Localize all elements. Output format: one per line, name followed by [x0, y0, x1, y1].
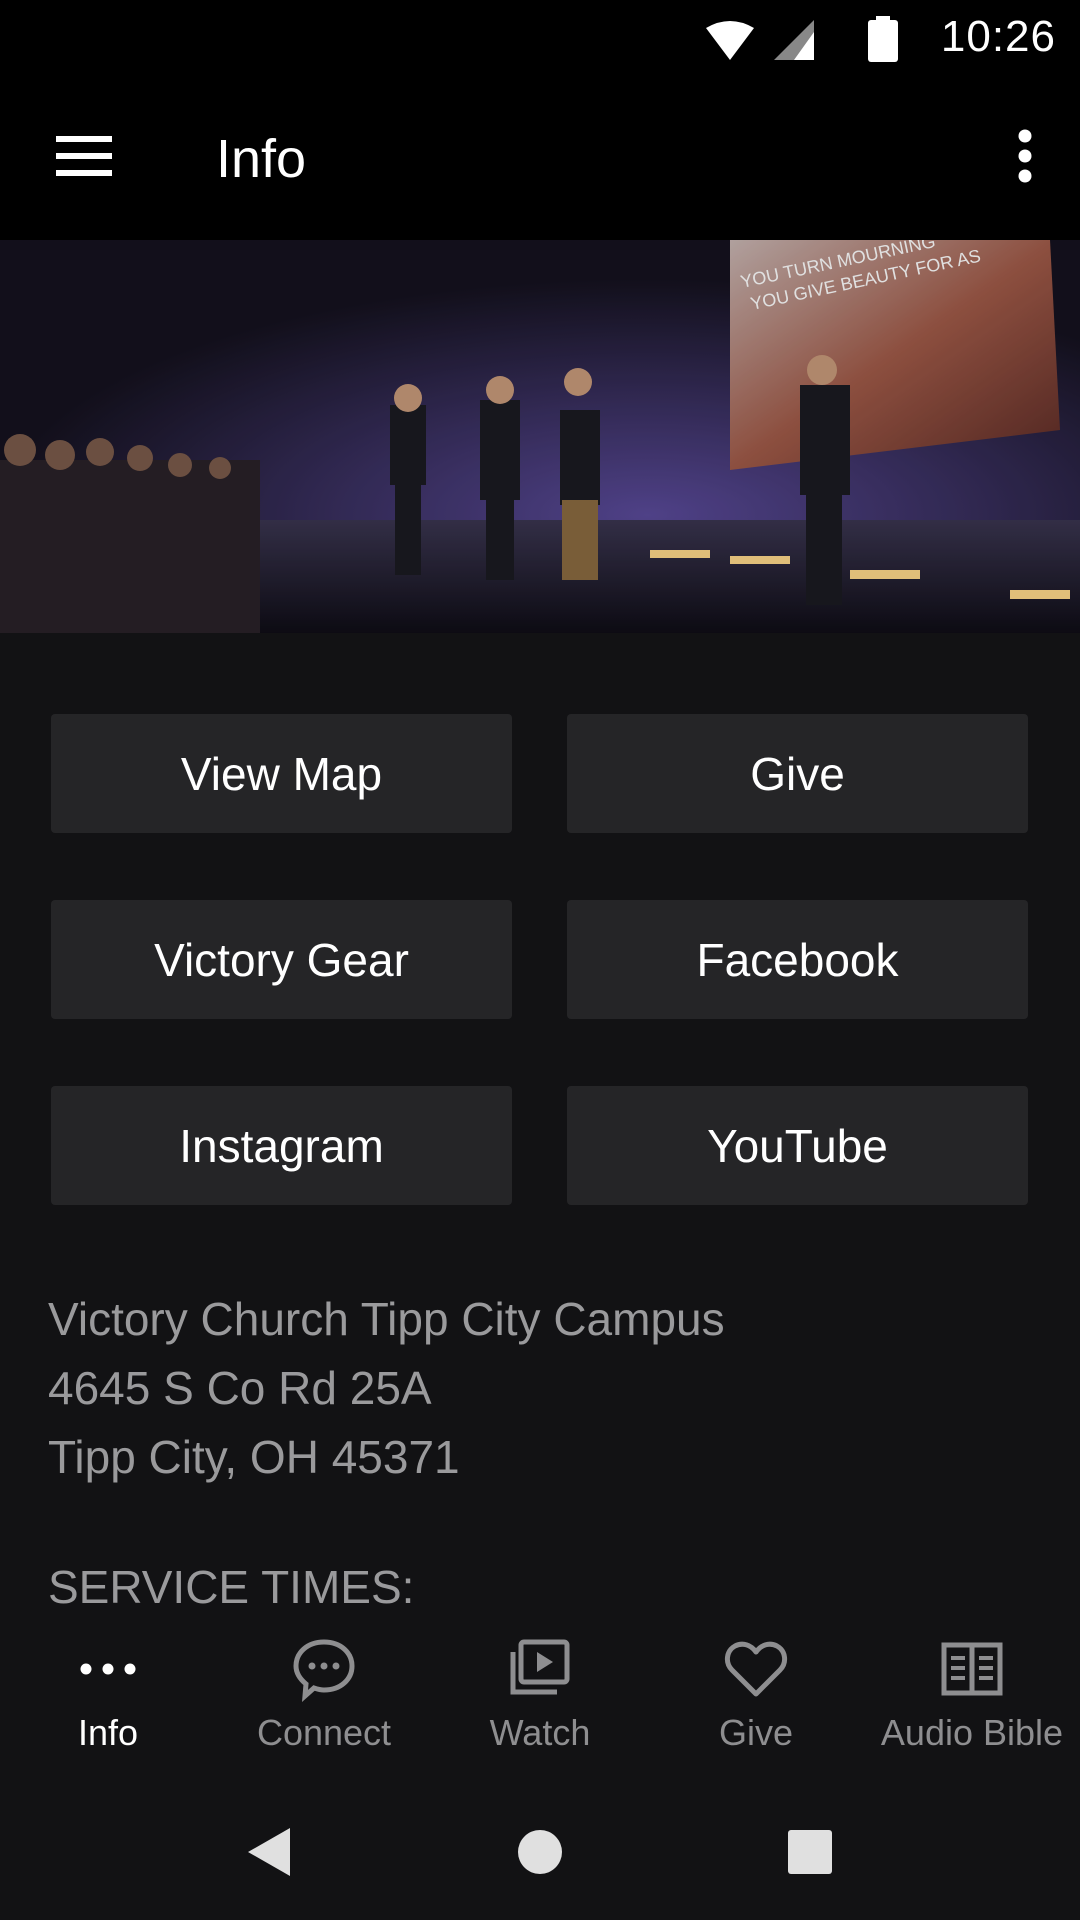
battery-icon: [868, 20, 898, 62]
facebook-button[interactable]: Facebook: [567, 900, 1028, 1019]
campus-address: Victory Church Tipp City Campus 4645 S C…: [48, 1285, 1038, 1492]
address-line-2: 4645 S Co Rd 25A: [48, 1362, 432, 1414]
nav-label-info: Info: [77, 1712, 139, 1753]
nav-item-watch[interactable]: Watch: [432, 1614, 648, 1784]
nav-label-audio-bible: Audio Bible: [880, 1712, 1064, 1753]
hamburger-menu-icon: [56, 136, 112, 176]
home-icon[interactable]: [510, 1822, 570, 1882]
recents-icon[interactable]: [780, 1822, 840, 1882]
more-dots-icon: [80, 1663, 136, 1675]
nav-item-info[interactable]: Info: [0, 1614, 216, 1784]
back-icon[interactable]: [240, 1822, 300, 1882]
menu-button[interactable]: [40, 116, 130, 196]
address-line-1: Victory Church Tipp City Campus: [48, 1293, 725, 1345]
more-vert-icon: [1018, 129, 1032, 183]
nav-label-watch: Watch: [489, 1712, 591, 1753]
status-time: 10:26: [940, 12, 1056, 61]
instagram-button[interactable]: Instagram: [51, 1086, 512, 1205]
give-button[interactable]: Give: [567, 714, 1028, 833]
address-line-3: Tipp City, OH 45371: [48, 1431, 460, 1483]
victory-gear-button[interactable]: Victory Gear: [51, 900, 512, 1019]
nav-label-connect: Connect: [256, 1712, 392, 1753]
nav-item-connect[interactable]: Connect: [216, 1614, 432, 1784]
nav-item-give[interactable]: Give: [648, 1614, 864, 1784]
page-title: Info: [216, 129, 307, 189]
nav-label-give: Give: [718, 1712, 794, 1753]
overflow-menu-button[interactable]: [990, 116, 1060, 196]
youtube-button[interactable]: YouTube: [567, 1086, 1028, 1205]
hero-image: YOU TURN MOURNING YOU GIVE BEAUTY FOR AS: [0, 240, 1080, 633]
status-bar: 10:26: [0, 0, 1080, 78]
service-times-heading: SERVICE TIMES:: [48, 1561, 415, 1613]
app-bar: Info: [0, 78, 1080, 240]
view-map-button[interactable]: View Map: [51, 714, 512, 833]
wifi-icon: [706, 21, 754, 60]
nav-item-audio-bible[interactable]: Audio Bible: [864, 1614, 1080, 1784]
system-navigation-bar: [0, 1784, 1080, 1920]
bottom-navigation: Info Connect Watch Give Audio Bible: [0, 1614, 1080, 1784]
heart-icon: [725, 1641, 787, 1697]
status-icons: [706, 16, 898, 62]
chat-bubble-icon: [293, 1639, 355, 1702]
video-library-icon: [510, 1639, 570, 1695]
book-icon: [941, 1642, 1003, 1696]
